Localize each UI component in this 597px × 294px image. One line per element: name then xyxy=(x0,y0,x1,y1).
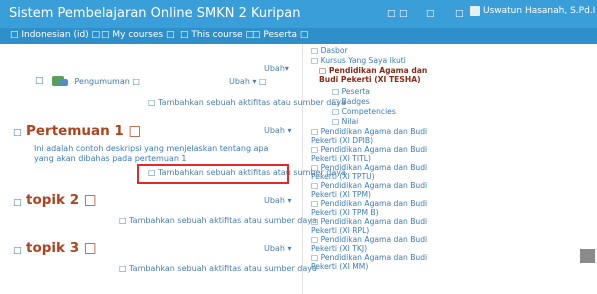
nav-tree-course-dpib[interactable]: □ Pendidikan Agama dan Budi Pekerti (XI … xyxy=(311,127,441,145)
nav-tree-peserta[interactable]: □ Peserta xyxy=(332,87,370,96)
nav-tree-nilai[interactable]: □ Nilai xyxy=(332,117,358,126)
caret-down-icon: ▾ xyxy=(284,64,289,73)
nav-tree-course-tpm[interactable]: □ Pendidikan Agama dan Budi Pekerti (XI … xyxy=(311,181,441,199)
nav-peserta[interactable]: □ Peserta □ xyxy=(252,30,308,40)
messages-icon[interactable]: □ xyxy=(399,9,408,19)
menu-icon[interactable]: □ xyxy=(387,9,396,19)
nav-tree-course-tpm-b[interactable]: □ Pendidikan Agama dan Budi Pekerti (XI … xyxy=(311,199,441,217)
nav-this-course[interactable]: □ This course □ xyxy=(180,30,254,40)
section-0-edit-menu[interactable]: Ubah▾ xyxy=(264,64,289,73)
edit-label: Ubah xyxy=(264,64,285,73)
section-description: Ini adalah contoh deskripsi yang menjela… xyxy=(34,144,269,163)
nav-tree-kursus-yang-saya-ikuti[interactable]: □ Kursus Yang Saya Ikuti xyxy=(311,56,406,65)
custom-menu-bar: □ Indonesian (id) □ □ My courses □ □ Thi… xyxy=(0,28,597,44)
scrollbar-thumb[interactable] xyxy=(580,249,595,263)
activity-row-pengumuman: □ Pengumuman □ xyxy=(35,76,140,86)
nav-tree-course-tptu[interactable]: □ Pendidikan Agama dan Budi Pekerti (XI … xyxy=(311,163,441,181)
nav-tree-current-course[interactable]: □ Pendidikan Agama dan Budi Pekerti (XI … xyxy=(319,66,443,84)
nav-tree-course-mm[interactable]: □ Pendidikan Agama dan Budi Pekerti (XI … xyxy=(311,253,441,271)
nav-tree-course-tkj[interactable]: □ Pendidikan Agama dan Budi Pekerti (XI … xyxy=(311,235,441,253)
nav-tree-dasbor[interactable]: □ Dasbor xyxy=(311,46,348,55)
user-menu-toggle-icon[interactable]: □ xyxy=(455,9,464,19)
section-title-pertemuan-1[interactable]: Pertemuan 1 □ xyxy=(26,123,141,139)
section-2-edit-menu[interactable]: Ubah ▾ xyxy=(264,196,291,205)
section-title-topik-2[interactable]: topik 2 □ xyxy=(26,192,97,208)
avatar xyxy=(470,6,480,16)
section-title-topik-3[interactable]: topik 3 □ xyxy=(26,240,97,256)
add-activity-link-section-3[interactable]: □ Tambahkan sebuah aktifitas atau sumber… xyxy=(119,264,317,273)
nav-my-courses[interactable]: □ My courses □ xyxy=(101,30,174,40)
nav-tree-competencies[interactable]: □ Competencies xyxy=(332,107,396,116)
course-content: Ubah▾ □ Pengumuman □ Ubah ▾ □ □ Tambahka… xyxy=(0,44,346,294)
move-section-icon[interactable]: □ xyxy=(13,128,22,138)
site-title[interactable]: Sistem Pembelajaran Online SMKN 2 Kuripa… xyxy=(9,6,301,21)
forum-icon xyxy=(51,76,68,86)
user-menu[interactable]: Uswatun Hasanah, S.Pd.I □ xyxy=(470,6,597,16)
navigation-block: □ Dasbor □ Kursus Yang Saya Ikuti □ Pend… xyxy=(305,44,445,293)
nav-language[interactable]: □ Indonesian (id) □ xyxy=(10,30,100,40)
move-section-icon[interactable]: □ xyxy=(13,246,22,256)
user-name[interactable]: Uswatun Hasanah, S.Pd.I □ xyxy=(483,6,597,16)
highlight-box xyxy=(137,164,289,184)
move-section-icon[interactable]: □ xyxy=(13,198,22,208)
nav-tree-course-rpl[interactable]: □ Pendidikan Agama dan Budi Pekerti (XI … xyxy=(311,217,441,235)
nav-tree-badges[interactable]: □ Badges xyxy=(332,97,370,106)
activity-edit-menu[interactable]: Ubah ▾ □ xyxy=(229,77,267,86)
activity-link-pengumuman[interactable]: Pengumuman □ xyxy=(75,77,140,86)
add-activity-link-section-2[interactable]: □ Tambahkan sebuah aktifitas atau sumber… xyxy=(119,216,317,225)
section-1-edit-menu[interactable]: Ubah ▾ xyxy=(264,126,291,135)
notifications-icon[interactable]: □ xyxy=(426,9,435,19)
top-header: Sistem Pembelajaran Online SMKN 2 Kuripa… xyxy=(0,0,597,28)
section-3-edit-menu[interactable]: Ubah ▾ xyxy=(264,244,291,253)
move-icon[interactable]: □ xyxy=(35,76,44,86)
nav-tree-course-titl[interactable]: □ Pendidikan Agama dan Budi Pekerti (XI … xyxy=(311,145,441,163)
